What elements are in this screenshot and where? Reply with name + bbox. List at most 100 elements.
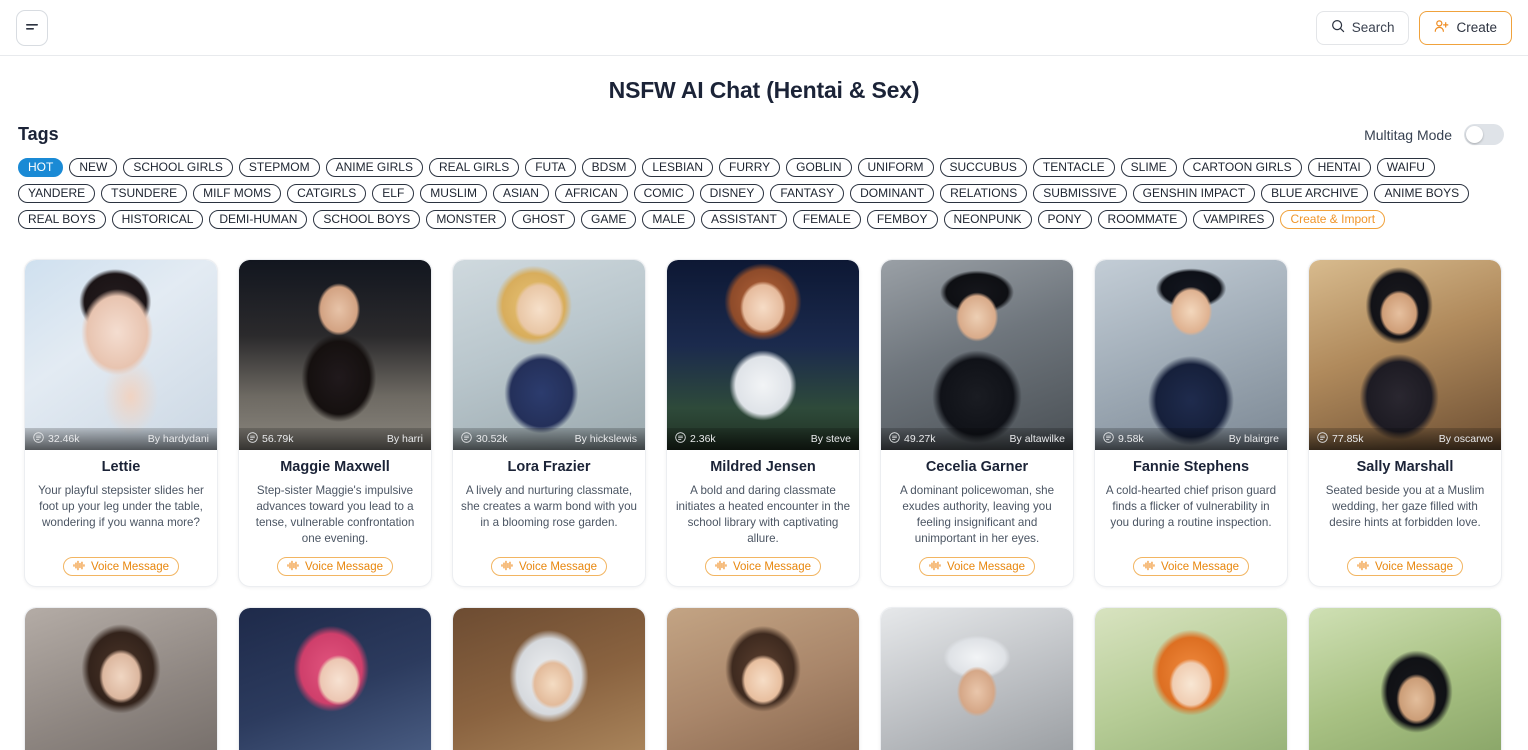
tag-pill[interactable]: ANIME BOYS — [1374, 184, 1470, 203]
tag-pill[interactable]: STEPMOM — [238, 158, 320, 177]
character-card[interactable] — [1094, 607, 1288, 750]
tag-pill[interactable]: FEMBOY — [866, 210, 938, 229]
tag-pill[interactable]: ELF — [372, 184, 415, 203]
tag-pill[interactable]: DEMI-HUMAN — [209, 210, 308, 229]
tag-pill[interactable]: GAME — [580, 210, 637, 229]
tag-pill[interactable]: ROOMMATE — [1097, 210, 1188, 229]
voice-message-button[interactable]: Voice Message — [63, 547, 179, 577]
tag-pill[interactable]: HENTAI — [1307, 158, 1371, 177]
voice-message-button[interactable]: Voice Message — [1133, 547, 1249, 577]
tag-pill[interactable]: PONY — [1037, 210, 1092, 229]
create-button[interactable]: Create — [1419, 10, 1512, 45]
card-author: By steve — [810, 433, 851, 445]
card-image[interactable] — [239, 608, 431, 750]
tag-pill[interactable]: FURRY — [719, 158, 781, 177]
card-image[interactable]: 77.85k By oscarwo — [1309, 260, 1501, 450]
tag-pill[interactable]: COMIC — [633, 184, 694, 203]
character-card[interactable]: 30.52k By hickslewis Lora Frazier A lively … — [452, 259, 646, 588]
card-image[interactable]: 56.79k By harri — [239, 260, 431, 450]
tag-pill[interactable]: REAL GIRLS — [428, 158, 520, 177]
voice-message-pill[interactable]: Voice Message — [63, 557, 179, 577]
tag-pill[interactable]: NEONPUNK — [943, 210, 1032, 229]
card-image[interactable] — [1095, 608, 1287, 750]
tag-pill[interactable]: SLIME — [1120, 158, 1177, 177]
voice-message-button[interactable]: Voice Message — [919, 547, 1035, 577]
character-card[interactable]: 9.58k By blairgre Fannie Stephens A cold-he… — [1094, 259, 1288, 588]
character-card[interactable] — [238, 607, 432, 750]
tag-pill[interactable]: SCHOOL BOYS — [313, 210, 421, 229]
tag-pill[interactable]: MILF MOMS — [193, 184, 282, 203]
tag-pill[interactable]: MALE — [642, 210, 696, 229]
tag-pill[interactable]: MUSLIM — [420, 184, 487, 203]
voice-message-pill[interactable]: Voice Message — [705, 557, 821, 577]
tag-pill[interactable]: WAIFU — [1376, 158, 1435, 177]
voice-message-pill[interactable]: Voice Message — [1133, 557, 1249, 577]
tag-pill[interactable]: BLUE ARCHIVE — [1261, 184, 1369, 203]
tag-pill[interactable]: FUTA — [525, 158, 576, 177]
voice-message-pill[interactable]: Voice Message — [277, 557, 393, 577]
tag-pill[interactable]: HOT — [18, 158, 64, 177]
card-image[interactable] — [1309, 608, 1501, 750]
tag-pill[interactable]: SUBMISSIVE — [1033, 184, 1127, 203]
character-card[interactable] — [452, 607, 646, 750]
voice-message-pill[interactable]: Voice Message — [919, 557, 1035, 577]
character-card[interactable] — [24, 607, 218, 750]
voice-message-button[interactable]: Voice Message — [491, 547, 607, 577]
voice-message-pill[interactable]: Voice Message — [1347, 557, 1463, 577]
tag-pill[interactable]: ASSISTANT — [701, 210, 787, 229]
multitag-mode-toggle[interactable] — [1464, 124, 1504, 145]
card-image[interactable] — [25, 608, 217, 750]
tag-pill[interactable]: UNIFORM — [857, 158, 934, 177]
voice-message-button[interactable]: Voice Message — [277, 547, 393, 577]
voice-message-button[interactable]: Voice Message — [1347, 547, 1463, 577]
tag-pill[interactable]: TENTACLE — [1032, 158, 1115, 177]
tag-pill[interactable]: ANIME GIRLS — [325, 158, 423, 177]
card-image[interactable] — [881, 608, 1073, 750]
card-image[interactable]: 2.36k By steve — [667, 260, 859, 450]
tag-pill[interactable]: FEMALE — [792, 210, 861, 229]
tag-pill[interactable]: NEW — [69, 158, 118, 177]
tag-pill[interactable]: SUCCUBUS — [939, 158, 1027, 177]
card-image[interactable]: 30.52k By hickslewis — [453, 260, 645, 450]
tag-pill[interactable]: TSUNDERE — [101, 184, 188, 203]
tag-pill[interactable]: LESBIAN — [642, 158, 714, 177]
character-card[interactable]: 2.36k By steve Mildred Jensen A bold and da… — [666, 259, 860, 588]
character-card[interactable] — [666, 607, 860, 750]
tag-pill[interactable]: AFRICAN — [554, 184, 628, 203]
tag-pill[interactable]: YANDERE — [18, 184, 96, 203]
tag-pill[interactable]: DOMINANT — [850, 184, 935, 203]
tag-pill[interactable]: CARTOON GIRLS — [1182, 158, 1302, 177]
voice-message-button[interactable]: Voice Message — [705, 547, 821, 577]
tag-pill[interactable]: MONSTER — [426, 210, 507, 229]
tag-pill[interactable]: SCHOOL GIRLS — [123, 158, 233, 177]
tag-pill[interactable]: GHOST — [512, 210, 575, 229]
tag-pill[interactable]: REAL BOYS — [18, 210, 106, 229]
character-card[interactable]: 49.27k By altawilke Cecelia Garner A domina… — [880, 259, 1074, 588]
tag-pill[interactable]: DISNEY — [699, 184, 765, 203]
tag-pill[interactable]: FANTASY — [770, 184, 845, 203]
sound-wave-icon — [1143, 560, 1156, 574]
search-button[interactable]: Search — [1315, 10, 1410, 45]
tag-pill[interactable]: ASIAN — [492, 184, 549, 203]
tag-pill[interactable]: CATGIRLS — [287, 184, 367, 203]
tag-pill[interactable]: Create & Import — [1280, 210, 1386, 229]
tag-pill[interactable]: RELATIONS — [940, 184, 1028, 203]
tag-pill[interactable]: GOBLIN — [786, 158, 852, 177]
character-name: Mildred Jensen — [710, 459, 816, 475]
hamburger-menu-button[interactable] — [16, 9, 48, 46]
character-card[interactable]: 77.85k By oscarwo Sally Marshall Seated bes… — [1308, 259, 1502, 588]
tag-pill[interactable]: HISTORICAL — [111, 210, 204, 229]
character-card[interactable] — [1308, 607, 1502, 750]
character-card[interactable]: 32.46k By hardydani Lettie Your playful ste… — [24, 259, 218, 588]
character-card[interactable]: 56.79k By harri Maggie Maxwell Step-sister … — [238, 259, 432, 588]
card-image[interactable]: 32.46k By hardydani — [25, 260, 217, 450]
voice-message-pill[interactable]: Voice Message — [491, 557, 607, 577]
card-image[interactable] — [667, 608, 859, 750]
tag-pill[interactable]: GENSHIN IMPACT — [1132, 184, 1256, 203]
tag-pill[interactable]: VAMPIRES — [1193, 210, 1275, 229]
tag-pill[interactable]: BDSM — [581, 158, 637, 177]
card-image[interactable]: 9.58k By blairgre — [1095, 260, 1287, 450]
card-image[interactable]: 49.27k By altawilke — [881, 260, 1073, 450]
card-image[interactable] — [453, 608, 645, 750]
character-card[interactable] — [880, 607, 1074, 750]
